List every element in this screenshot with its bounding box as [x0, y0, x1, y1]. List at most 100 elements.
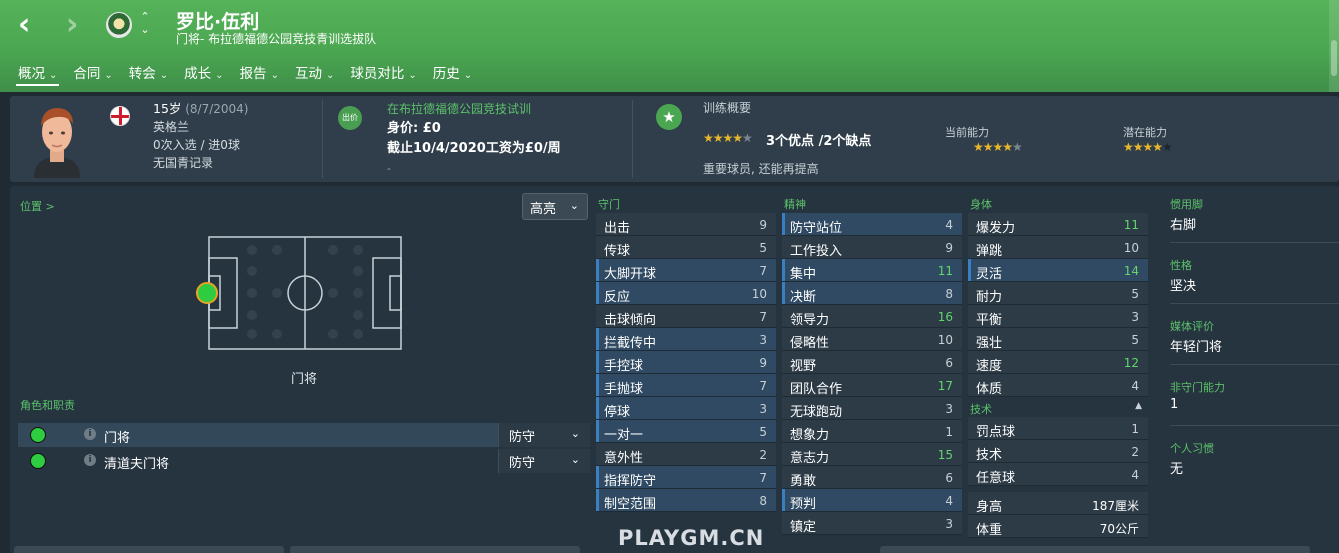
- info-icon[interactable]: i: [84, 454, 96, 466]
- tab-label: 成长: [184, 66, 212, 82]
- tab-transfer[interactable]: 转会 ⌄: [123, 60, 174, 84]
- goalkeeping-title: 守门: [598, 198, 620, 211]
- attribute-row[interactable]: 镇定 3: [782, 512, 962, 535]
- attribute-name: 侵略性: [790, 336, 830, 351]
- attribute-row[interactable]: 大脚开球 7: [596, 259, 776, 282]
- player-position-club[interactable]: 门将- 布拉德福德公园竞技青训选拔队: [176, 30, 376, 47]
- attribute-row[interactable]: 反应 10: [596, 282, 776, 305]
- tab-interaction[interactable]: 互动 ⌄: [289, 60, 340, 84]
- header-scrollbar[interactable]: [1329, 0, 1339, 92]
- bid-icon[interactable]: 出价: [338, 106, 362, 130]
- measurement-value: 187厘米: [1092, 499, 1139, 513]
- tab-compare[interactable]: 球员对比 ⌄: [344, 60, 422, 84]
- player-wage: 截止10/4/2020工资为£0/周: [387, 141, 561, 156]
- attribute-row[interactable]: 弹跳 10: [968, 236, 1148, 259]
- side-info-value: 年轻门将: [1170, 340, 1223, 355]
- info-icon[interactable]: i: [84, 428, 96, 440]
- attribute-name: 预判: [790, 497, 817, 512]
- tab-history[interactable]: 历史 ⌄: [427, 60, 478, 84]
- attribute-value: 10: [751, 287, 767, 301]
- club-badge-icon[interactable]: [106, 12, 132, 38]
- contract-summary: 在布拉德福德公园竞技试训 身价: £0 截止10/4/2020工资为£0/周 -: [387, 99, 561, 179]
- attribute-row[interactable]: 制空范围 8: [596, 489, 776, 512]
- attribute-row[interactable]: 耐力 5: [968, 282, 1148, 305]
- trial-club[interactable]: 在布拉德福德公园竞技试训: [387, 99, 561, 119]
- profile-tabs: 概况 ⌄ 合同 ⌄ 转会 ⌄ 成长 ⌄ 报告 ⌄ 互动 ⌄ 球员对比 ⌄ 历史 ⌄: [12, 60, 482, 86]
- attribute-row[interactable]: 平衡 3: [968, 305, 1148, 328]
- duty-dropdown[interactable]: 防守 ⌄: [498, 423, 590, 447]
- attribute-row[interactable]: 手控球 9: [596, 351, 776, 374]
- attribute-name: 视野: [790, 359, 817, 374]
- attribute-row[interactable]: 侵略性 10: [782, 328, 962, 351]
- forward-arrow-icon[interactable]: ›: [66, 10, 94, 42]
- attribute-row[interactable]: 想象力 1: [782, 420, 962, 443]
- attribute-row[interactable]: 决断 8: [782, 282, 962, 305]
- mental-attributes: 精神 防守站位 4 工作投入 9 集中 11 决断 8 领导力 16 侵略性 10 视野 6 团队合作 17 无…: [782, 196, 962, 535]
- player-nationality[interactable]: 英格兰: [153, 118, 249, 136]
- empty-stars: ★: [1012, 140, 1023, 154]
- attribute-name: 团队合作: [790, 382, 843, 397]
- technical-title[interactable]: 技术 ▲: [968, 397, 1148, 417]
- attribute-row[interactable]: 拦截传中 3: [596, 328, 776, 351]
- attribute-row[interactable]: 工作投入 9: [782, 236, 962, 259]
- attribute-value: 4: [945, 218, 953, 232]
- attribute-row[interactable]: 指挥防守 7: [596, 466, 776, 489]
- attribute-row[interactable]: 领导力 16: [782, 305, 962, 328]
- measurement-name: 体重: [976, 523, 1003, 538]
- attribute-row[interactable]: 传球 5: [596, 236, 776, 259]
- tab-reports[interactable]: 报告 ⌄: [234, 60, 285, 84]
- role-row[interactable]: i 门将 防守 ⌄: [18, 423, 590, 447]
- attribute-row[interactable]: 防守站位 4: [782, 213, 962, 236]
- attribute-name: 击球倾向: [604, 313, 657, 328]
- attribute-value: 7: [759, 264, 767, 278]
- attribute-value: 7: [759, 471, 767, 485]
- back-arrow-icon[interactable]: ‹: [18, 10, 46, 42]
- attribute-row[interactable]: 停球 3: [596, 397, 776, 420]
- attribute-row[interactable]: 视野 6: [782, 351, 962, 374]
- attribute-row[interactable]: 灵活 14: [968, 259, 1148, 282]
- attribute-row[interactable]: 一对一 5: [596, 420, 776, 443]
- attribute-row[interactable]: 任意球 4: [968, 463, 1148, 486]
- tab-overview[interactable]: 概况 ⌄: [12, 60, 63, 86]
- attribute-row[interactable]: 意志力 15: [782, 443, 962, 466]
- highlight-dropdown[interactable]: 高亮 ⌄: [522, 193, 588, 220]
- position-pitch[interactable]: [208, 236, 402, 350]
- attribute-value: 5: [759, 241, 767, 255]
- attribute-row[interactable]: 集中 11: [782, 259, 962, 282]
- training-rating-stars: ★★★★★: [703, 131, 753, 145]
- tab-development[interactable]: 成长 ⌄: [178, 60, 229, 84]
- positions-link[interactable]: 位置 >: [20, 198, 55, 214]
- attribute-row[interactable]: 罚点球 1: [968, 417, 1148, 440]
- attribute-value: 2: [759, 448, 767, 462]
- attribute-row[interactable]: 无球跑动 3: [782, 397, 962, 420]
- attribute-row[interactable]: 意外性 2: [596, 443, 776, 466]
- attribute-row[interactable]: 爆发力 11: [968, 213, 1148, 236]
- chevron-down-icon: ⌄: [570, 453, 580, 466]
- attribute-value: 5: [759, 425, 767, 439]
- attribute-row[interactable]: 强壮 5: [968, 328, 1148, 351]
- collapse-triangle-icon[interactable]: ▲: [1135, 401, 1142, 411]
- tab-contract[interactable]: 合同 ⌄: [67, 60, 118, 84]
- attribute-name: 任意球: [976, 471, 1016, 486]
- side-info-value: 右脚: [1170, 218, 1197, 233]
- attribute-value: 15: [937, 448, 953, 462]
- measurement-value: 70公斤: [1099, 522, 1139, 536]
- attribute-row[interactable]: 团队合作 17: [782, 374, 962, 397]
- attribute-value: 5: [1131, 333, 1139, 347]
- attribute-row[interactable]: 体质 4: [968, 374, 1148, 397]
- attribute-row[interactable]: 勇敢 6: [782, 466, 962, 489]
- attribute-row[interactable]: 出击 9: [596, 213, 776, 236]
- attribute-value: 10: [1123, 241, 1139, 255]
- attribute-row[interactable]: 击球倾向 7: [596, 305, 776, 328]
- side-info-label: 媒体评价: [1170, 320, 1214, 333]
- attribute-row[interactable]: 预判 4: [782, 489, 962, 512]
- chevron-up-down-icon[interactable]: ⌃ ⌄: [138, 10, 152, 40]
- role-row[interactable]: i 清道夫门将 防守 ⌄: [18, 449, 590, 473]
- goalkeeper-position-marker[interactable]: [196, 282, 218, 304]
- attribute-row[interactable]: 速度 12: [968, 351, 1148, 374]
- duty-dropdown[interactable]: 防守 ⌄: [498, 449, 590, 473]
- attribute-row[interactable]: 技术 2: [968, 440, 1148, 463]
- training-summary[interactable]: 3个优点 /2个缺点: [766, 130, 871, 149]
- attribute-name: 灵活: [976, 267, 1003, 282]
- attribute-row[interactable]: 手抛球 7: [596, 374, 776, 397]
